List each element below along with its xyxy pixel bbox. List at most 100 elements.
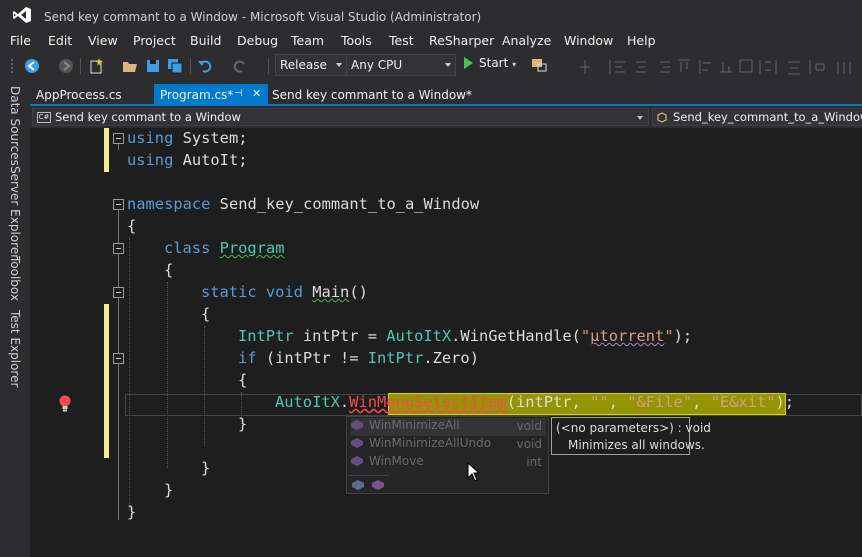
tab-test-explorer[interactable]: Test Explorer: [8, 310, 22, 387]
code-text: .: [339, 393, 350, 411]
menu-team[interactable]: Team: [291, 33, 324, 48]
indent-guide: [204, 326, 205, 446]
code-line-13: AutoItX.WinMenuSelectItem(intPtr, "", "&…: [275, 391, 794, 413]
menu-resharper[interactable]: ReSharper: [429, 33, 494, 48]
code-line-7: {: [164, 259, 173, 281]
lightbulb-icon[interactable]: [58, 395, 72, 413]
string-literal: "&File": [627, 393, 693, 411]
quick-info-tooltip: (<no parameters>) : void Minimizes all w…: [551, 417, 711, 455]
brace: {: [164, 261, 174, 279]
brace: }: [127, 503, 137, 521]
solution-platform-dropdown[interactable]: Any CPU: [346, 54, 456, 76]
menu-project[interactable]: Project: [133, 33, 176, 48]
tab-data-sources[interactable]: Data Sources: [8, 86, 22, 166]
save-all-icon[interactable]: [167, 58, 183, 74]
menu-window[interactable]: Window: [564, 33, 613, 48]
string-literal: ": [580, 327, 591, 345]
method-name: Main: [312, 283, 350, 301]
keyword: void: [265, 283, 303, 301]
platform-value: Any CPU: [351, 58, 403, 72]
method-icon: [351, 420, 363, 430]
code-text: .WinGetHandle(: [451, 327, 581, 345]
indent-guide: [167, 282, 168, 468]
alignment-tools-icon: [580, 59, 851, 75]
start-debugging-button[interactable]: Start ▾: [464, 56, 516, 74]
code-text: );: [673, 327, 693, 345]
outline-line: [118, 210, 119, 520]
redo-icon[interactable]: [232, 58, 248, 74]
menu-debug[interactable]: Debug: [237, 33, 278, 48]
code-line-8: static void Main(): [201, 281, 368, 303]
menu-help[interactable]: Help: [627, 33, 656, 48]
keyword: using: [127, 129, 174, 147]
tab-project-properties[interactable]: Send key commant to a Window*: [266, 84, 472, 105]
attach-icon[interactable]: [530, 56, 550, 74]
completion-item[interactable]: WinMove int: [351, 454, 546, 472]
completion-return-type: void: [516, 419, 542, 433]
collapse-toggle[interactable]: [113, 353, 124, 364]
open-file-icon[interactable]: [122, 58, 138, 74]
collapse-toggle[interactable]: [113, 199, 124, 210]
code-line-12: {: [238, 369, 247, 391]
close-icon[interactable]: ✕: [252, 87, 261, 100]
method-icon: [351, 438, 363, 448]
change-marker: [104, 128, 109, 172]
configuration-value: Release: [280, 58, 327, 72]
visual-studio-logo-icon: [13, 7, 31, 23]
tab-server-explorer[interactable]: Server Explorer: [8, 166, 22, 259]
tab-toolbox[interactable]: Toolbox: [8, 256, 22, 301]
string-literal: "E&xit": [710, 393, 776, 411]
chevron-down-icon: ▾: [512, 60, 517, 69]
filter-methods-icon[interactable]: [351, 479, 365, 491]
type-name: IntPtr: [238, 327, 294, 345]
filter-extensions-icon[interactable]: [371, 479, 385, 491]
string-literal: µtorrent: [590, 327, 665, 345]
code-text: );: [775, 393, 795, 411]
tab-program[interactable]: Program.cs* ⊣ ✕: [154, 84, 268, 105]
code-line-6: class Program: [164, 237, 285, 259]
project-dropdown[interactable]: C# Send key commant to a Window: [32, 108, 649, 126]
window-title: Send key commant to a Window - Microsoft…: [44, 10, 482, 24]
keyword: using: [127, 151, 174, 169]
code-line-1: using System;: [127, 128, 247, 149]
menu-test[interactable]: Test: [389, 33, 414, 48]
code-line-9: {: [201, 303, 210, 325]
new-project-icon[interactable]: [88, 58, 104, 74]
code-text: (intPtr !=: [256, 349, 368, 367]
toolbar-grip[interactable]: [10, 58, 14, 74]
menu-analyze[interactable]: Analyze: [502, 33, 551, 48]
solution-configuration-dropdown[interactable]: Release: [275, 54, 347, 76]
string-literal: ": [664, 327, 674, 345]
save-icon[interactable]: [145, 58, 161, 74]
undo-icon[interactable]: [197, 58, 213, 74]
menu-build[interactable]: Build: [190, 33, 221, 48]
type-name: AutoItX: [275, 393, 340, 411]
menu-edit[interactable]: Edit: [48, 33, 72, 48]
menu-view[interactable]: View: [88, 33, 118, 48]
navigate-back-icon[interactable]: [24, 58, 40, 74]
completion-item[interactable]: WinMinimizeAllUndo void: [351, 436, 546, 454]
completion-item[interactable]: WinMinimizeAll void: [351, 418, 546, 436]
completion-return-type: void: [516, 437, 542, 451]
navigation-bar: C# Send key commant to a Window Send_key…: [30, 107, 862, 127]
tooltip-signature: (<no parameters>) : void: [556, 421, 711, 435]
keyword: if: [238, 349, 257, 367]
completion-name: WinMinimizeAllUndo: [369, 436, 492, 450]
completion-list: WinMinimizeAll void WinMinimizeAllUndo voi…: [346, 416, 549, 494]
menu-file[interactable]: File: [10, 33, 31, 48]
brace: {: [201, 305, 211, 323]
collapse-toggle[interactable]: [113, 133, 124, 144]
toolbar-separator: [80, 58, 81, 74]
tab-appprocess[interactable]: AppProcess.cs: [30, 84, 152, 105]
code-text: (): [349, 283, 368, 301]
collapse-toggle[interactable]: [113, 287, 124, 298]
navigate-forward-icon[interactable]: [58, 58, 74, 74]
pin-icon[interactable]: ⊣: [234, 88, 243, 99]
tab-label: AppProcess.cs: [36, 88, 122, 102]
menu-tools[interactable]: Tools: [341, 33, 372, 48]
brace: }: [238, 415, 248, 433]
type-dropdown[interactable]: Send_key_commant_to_a_Window.P: [652, 108, 862, 126]
class-icon: [657, 112, 667, 123]
collapse-toggle[interactable]: [113, 243, 124, 254]
brace: }: [164, 481, 174, 499]
